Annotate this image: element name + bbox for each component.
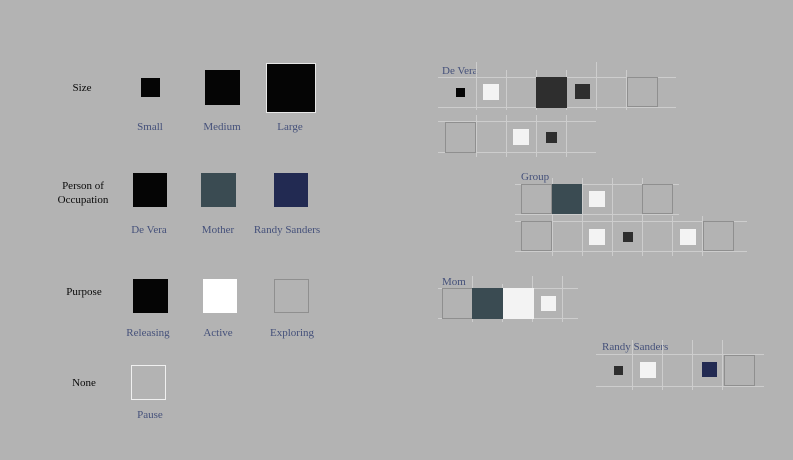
mom-marker <box>541 296 556 311</box>
randy-marker <box>702 362 717 377</box>
purpose-releasing-label: Releasing <box>126 327 170 339</box>
purpose-releasing-swatch <box>133 279 168 313</box>
none-pause-label: Pause <box>137 409 163 421</box>
group-marker <box>680 229 696 245</box>
group-marker <box>589 191 605 207</box>
timeline-randy-title: Randy Sanders <box>602 341 669 353</box>
size-small-swatch <box>141 78 160 97</box>
devera-marker <box>627 77 658 107</box>
size-large-swatch <box>266 63 316 113</box>
group-marker <box>642 184 673 214</box>
devera-marker <box>575 84 590 99</box>
group-marker <box>521 184 552 214</box>
size-large-label: Large <box>277 121 303 133</box>
occupation-devera-swatch <box>133 173 167 207</box>
mom-marker <box>442 288 473 319</box>
group-marker <box>552 184 582 214</box>
group-marker <box>589 229 605 245</box>
size-medium-swatch <box>205 70 240 105</box>
group-marker <box>703 221 734 251</box>
timeline-mom-title: Mom <box>442 276 466 288</box>
occupation-devera-label: De Vera <box>131 224 167 236</box>
none-pause-swatch <box>131 365 166 400</box>
randy-marker <box>640 362 656 378</box>
mom-marker <box>503 288 534 319</box>
randy-marker <box>614 366 623 375</box>
devera-marker <box>483 84 499 100</box>
legend-size-title: Size <box>72 82 92 94</box>
devera-marker <box>536 77 567 108</box>
devera-marker <box>456 88 465 97</box>
devera-marker <box>445 122 476 153</box>
timeline-group-title: Group <box>521 171 550 183</box>
purpose-exploring-swatch <box>274 279 309 313</box>
legend-occupation-title: Person of Occupation <box>50 179 116 207</box>
occupation-randy-swatch <box>274 173 308 207</box>
size-medium-label: Medium <box>203 121 241 133</box>
randy-marker <box>724 355 755 386</box>
mom-marker <box>472 288 503 319</box>
legend-none-title: None <box>72 377 96 389</box>
group-marker <box>521 221 552 251</box>
legend-occupation-title-line2: Occupation <box>57 194 109 206</box>
devera-marker <box>546 132 557 143</box>
devera-marker <box>513 129 529 145</box>
legend-purpose-title: Purpose <box>66 286 102 298</box>
size-small-label: Small <box>137 121 163 133</box>
timeline-devera-title: De Vera <box>442 65 478 77</box>
purpose-exploring-label: Exploring <box>270 327 314 339</box>
legend-occupation-title-line1: Person of <box>62 180 104 192</box>
occupation-mother-swatch <box>201 173 236 207</box>
occupation-randy-label: Randy Sanders <box>253 224 321 236</box>
purpose-active-swatch <box>203 279 237 313</box>
purpose-active-label: Active <box>203 327 233 339</box>
occupation-mother-label: Mother <box>201 224 235 236</box>
group-marker <box>623 232 633 242</box>
